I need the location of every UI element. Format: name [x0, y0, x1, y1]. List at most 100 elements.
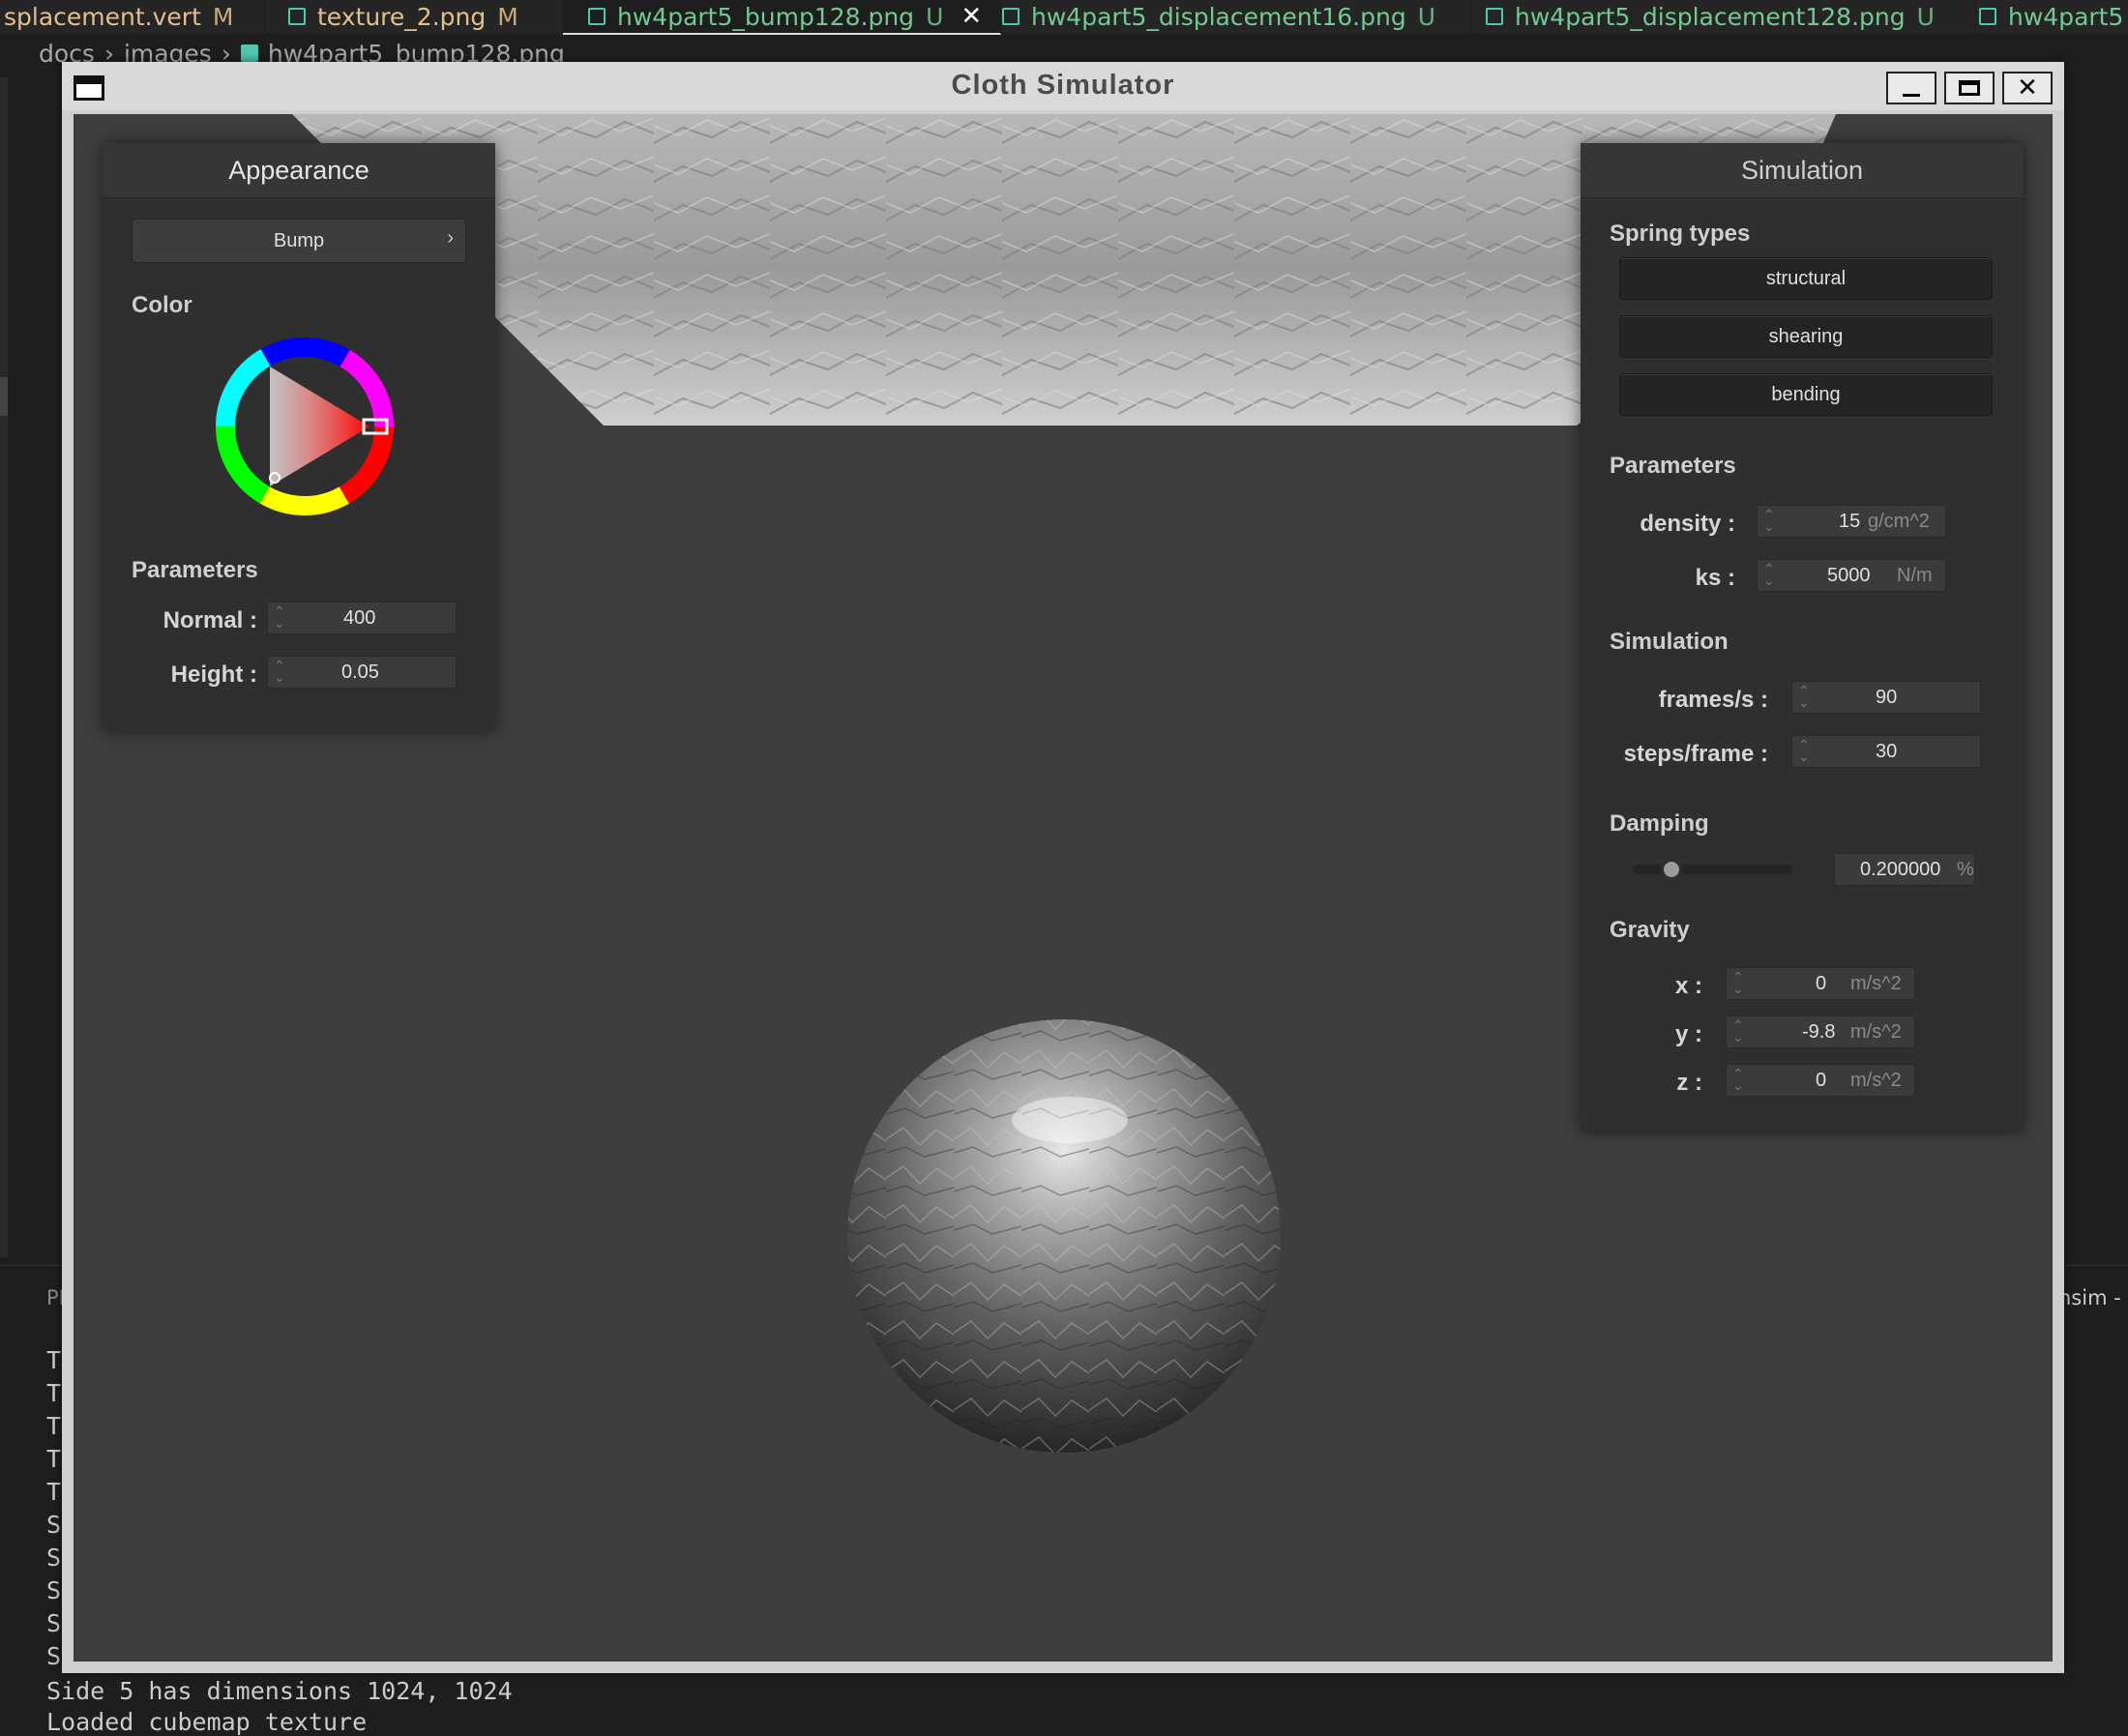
minimize-button[interactable] — [1886, 72, 1936, 104]
bending-label: bending — [1771, 383, 1841, 405]
terminal-line: T — [46, 1379, 62, 1407]
gutter-marker — [0, 377, 8, 416]
gravity-y-input[interactable]: ⌃ ⌄ -9.8 m/s^2 — [1726, 1015, 1915, 1048]
maximize-button[interactable] — [1944, 72, 1995, 104]
ks-input[interactable]: ⌃ ⌄ 5000 N/m — [1757, 559, 1946, 592]
sim-parameters-label: Parameters — [1610, 453, 1736, 479]
structural-toggle[interactable]: structural — [1619, 257, 1993, 300]
appearance-parameters-label: Parameters — [132, 557, 258, 583]
editor-tab[interactable]: splacement.vert M — [0, 0, 266, 33]
structural-label: structural — [1765, 267, 1847, 289]
terminal-line: T — [46, 1478, 62, 1506]
tab-label: hw4part5_displacement128.png — [1515, 2, 1906, 31]
gravity-z-label: z : — [1676, 1070, 1702, 1096]
normal-value: 400 — [343, 607, 376, 629]
damping-slider-handle[interactable] — [1660, 859, 1682, 880]
color-triangle[interactable] — [270, 367, 369, 486]
tab-badge: M — [212, 2, 234, 31]
terminal-instance-label[interactable]: nsim - — [2058, 1286, 2121, 1309]
spinner-icon[interactable]: ⌃ ⌄ — [1798, 738, 1810, 763]
normal-label: Normal : — [163, 607, 257, 633]
shader-dropdown[interactable]: Bump › — [132, 219, 466, 263]
terminal-line: S — [46, 1609, 62, 1637]
simulation-panel-title[interactable]: Simulation — [1581, 143, 2024, 198]
cloth-simulator-window: Cloth Simulator ✕ Appearance Bump › Colo… — [62, 62, 2064, 1673]
ks-unit: N/m — [1897, 565, 1933, 586]
steps-label: steps/frame : — [1623, 741, 1768, 767]
terminal-line: T — [46, 1445, 62, 1473]
tab-label: splacement.vert — [4, 2, 201, 31]
spinner-icon[interactable]: ⌃ ⌄ — [1732, 1018, 1744, 1044]
damping-input[interactable]: 0.200000 % — [1834, 853, 1975, 886]
height-input[interactable]: ⌃ ⌄ 0.05 — [267, 656, 457, 689]
color-wheel[interactable] — [215, 337, 395, 516]
gravity-label: Gravity — [1610, 917, 1690, 943]
spinner-icon[interactable]: ⌃ ⌄ — [1732, 1067, 1744, 1092]
gravity-x-value: 0 — [1816, 973, 1827, 994]
gravity-x-unit: m/s^2 — [1850, 973, 1902, 994]
sphere-texture — [847, 1019, 1281, 1453]
editor-tab[interactable]: texture_2.png M — [263, 0, 587, 33]
image-file-icon — [588, 8, 606, 25]
image-file-icon — [288, 8, 306, 25]
steps-input[interactable]: ⌃ ⌄ 30 — [1791, 735, 1981, 768]
normal-input[interactable]: ⌃ ⌄ 400 — [267, 602, 457, 634]
gravity-z-input[interactable]: ⌃ ⌄ 0 m/s^2 — [1726, 1064, 1915, 1097]
close-button[interactable]: ✕ — [2002, 72, 2053, 104]
damping-value: 0.200000 — [1860, 859, 1941, 880]
terminal-line: T — [46, 1346, 62, 1374]
image-file-icon — [240, 44, 258, 62]
spinner-icon[interactable]: ⌃ ⌄ — [1732, 970, 1744, 995]
damping-slider[interactable] — [1633, 865, 1793, 874]
terminal-line: S — [46, 1576, 62, 1604]
gravity-x-label: x : — [1674, 973, 1702, 999]
editor-tab-active[interactable]: hw4part5_bump128.png U ✕ — [563, 0, 1001, 35]
chevron-right-icon: › — [447, 227, 454, 249]
gravity-x-input[interactable]: ⌃ ⌄ 0 m/s^2 — [1726, 967, 1915, 1000]
spinner-icon[interactable]: ⌃ ⌄ — [274, 604, 285, 630]
sphere-highlight — [1012, 1097, 1128, 1143]
editor-tab[interactable]: hw4part5 — [1938, 0, 2128, 33]
tab-label: hw4part5_displacement16.png — [1031, 2, 1406, 31]
gravity-z-unit: m/s^2 — [1850, 1070, 1902, 1091]
3d-viewport[interactable]: Appearance Bump › Color Parameters Norma… — [74, 114, 2053, 1662]
density-value: 15 — [1839, 511, 1861, 532]
spring-types-label: Spring types — [1610, 221, 1751, 247]
shader-dropdown-label: Bump — [273, 229, 325, 251]
image-file-icon — [1979, 8, 1996, 25]
terminal-line: Loaded cubemap texture — [46, 1708, 368, 1736]
spinner-icon[interactable]: ⌃ ⌄ — [1763, 562, 1775, 587]
spinner-icon[interactable]: ⌃ ⌄ — [1763, 508, 1775, 533]
tab-label: hw4part5_bump128.png — [617, 2, 915, 31]
activity-gutter — [0, 77, 8, 1257]
gravity-y-label: y : — [1674, 1021, 1702, 1047]
spinner-icon[interactable]: ⌃ ⌄ — [1798, 684, 1810, 709]
spinner-icon[interactable]: ⌃ ⌄ — [274, 659, 285, 684]
bending-toggle[interactable]: bending — [1619, 373, 1993, 416]
fps-value: 90 — [1876, 687, 1898, 708]
appearance-panel-title[interactable]: Appearance — [103, 143, 495, 198]
editor-tab[interactable]: hw4part5_displacement128.png U — [1447, 0, 1976, 33]
tab-label: hw4part5 — [2008, 2, 2124, 31]
damping-unit: % — [1957, 859, 1974, 880]
height-value: 0.05 — [341, 662, 379, 683]
tab-badge: U — [926, 2, 944, 31]
density-label: density : — [1640, 511, 1735, 537]
shearing-toggle[interactable]: shearing — [1619, 315, 1993, 358]
fps-input[interactable]: ⌃ ⌄ 90 — [1791, 681, 1981, 714]
window-titlebar[interactable]: Cloth Simulator ✕ — [62, 62, 2064, 110]
steps-value: 30 — [1876, 741, 1898, 762]
close-icon: ✕ — [2017, 74, 2038, 103]
ks-label: ks : — [1695, 565, 1735, 591]
terminal-line: S — [46, 1544, 62, 1572]
tab-badge: M — [497, 2, 518, 31]
terminal-line: T — [46, 1412, 62, 1440]
density-input[interactable]: ⌃ ⌄ 15 g/cm^2 — [1757, 505, 1946, 538]
shearing-label: shearing — [1768, 325, 1844, 347]
height-label: Height : — [170, 662, 257, 688]
fps-label: frames/s : — [1658, 687, 1768, 713]
editor-tab[interactable]: hw4part5_displacement16.png U — [977, 0, 1471, 33]
simulation-panel: Simulation Spring types structural shear… — [1581, 143, 2024, 1132]
gravity-z-value: 0 — [1816, 1070, 1827, 1091]
image-file-icon — [1486, 8, 1503, 25]
